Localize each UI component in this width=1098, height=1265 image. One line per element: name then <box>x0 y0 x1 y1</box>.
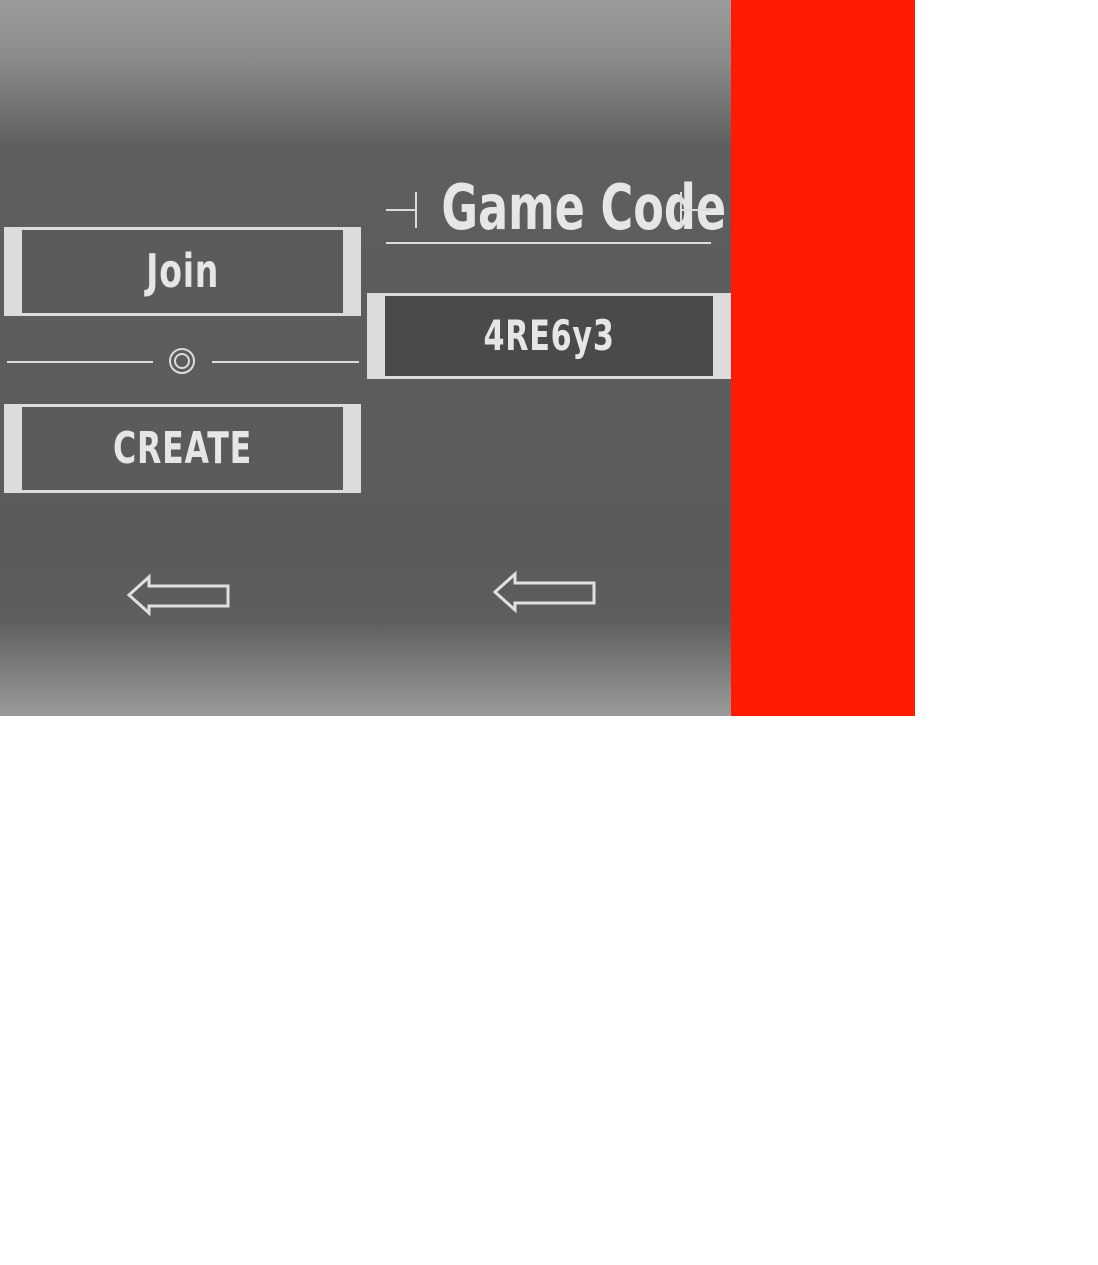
menu-panel: Join CREATE <box>0 0 366 716</box>
create-button-label: CREATE <box>113 423 252 474</box>
double-circle-icon <box>169 348 195 374</box>
game-screen: Join CREATE Game Code 4RE6y3 <box>0 0 1098 1265</box>
left-arrow-icon <box>127 573 230 617</box>
join-button-label: Join <box>146 244 219 298</box>
title-bracket-right-icon <box>680 192 711 228</box>
game-code-value: 4RE6y3 <box>483 311 615 360</box>
left-arrow-icon <box>493 570 596 614</box>
game-code-title: Game Code <box>386 172 726 248</box>
back-button-left[interactable] <box>127 573 231 617</box>
join-button[interactable]: Join <box>4 227 361 316</box>
game-code-field[interactable]: 4RE6y3 <box>367 293 731 379</box>
red-side-panel <box>731 0 915 716</box>
divider-line-left <box>7 361 153 363</box>
back-button-right[interactable] <box>493 570 597 614</box>
create-button[interactable]: CREATE <box>4 404 361 493</box>
title-underline <box>386 242 711 244</box>
divider-line-right <box>212 361 359 363</box>
